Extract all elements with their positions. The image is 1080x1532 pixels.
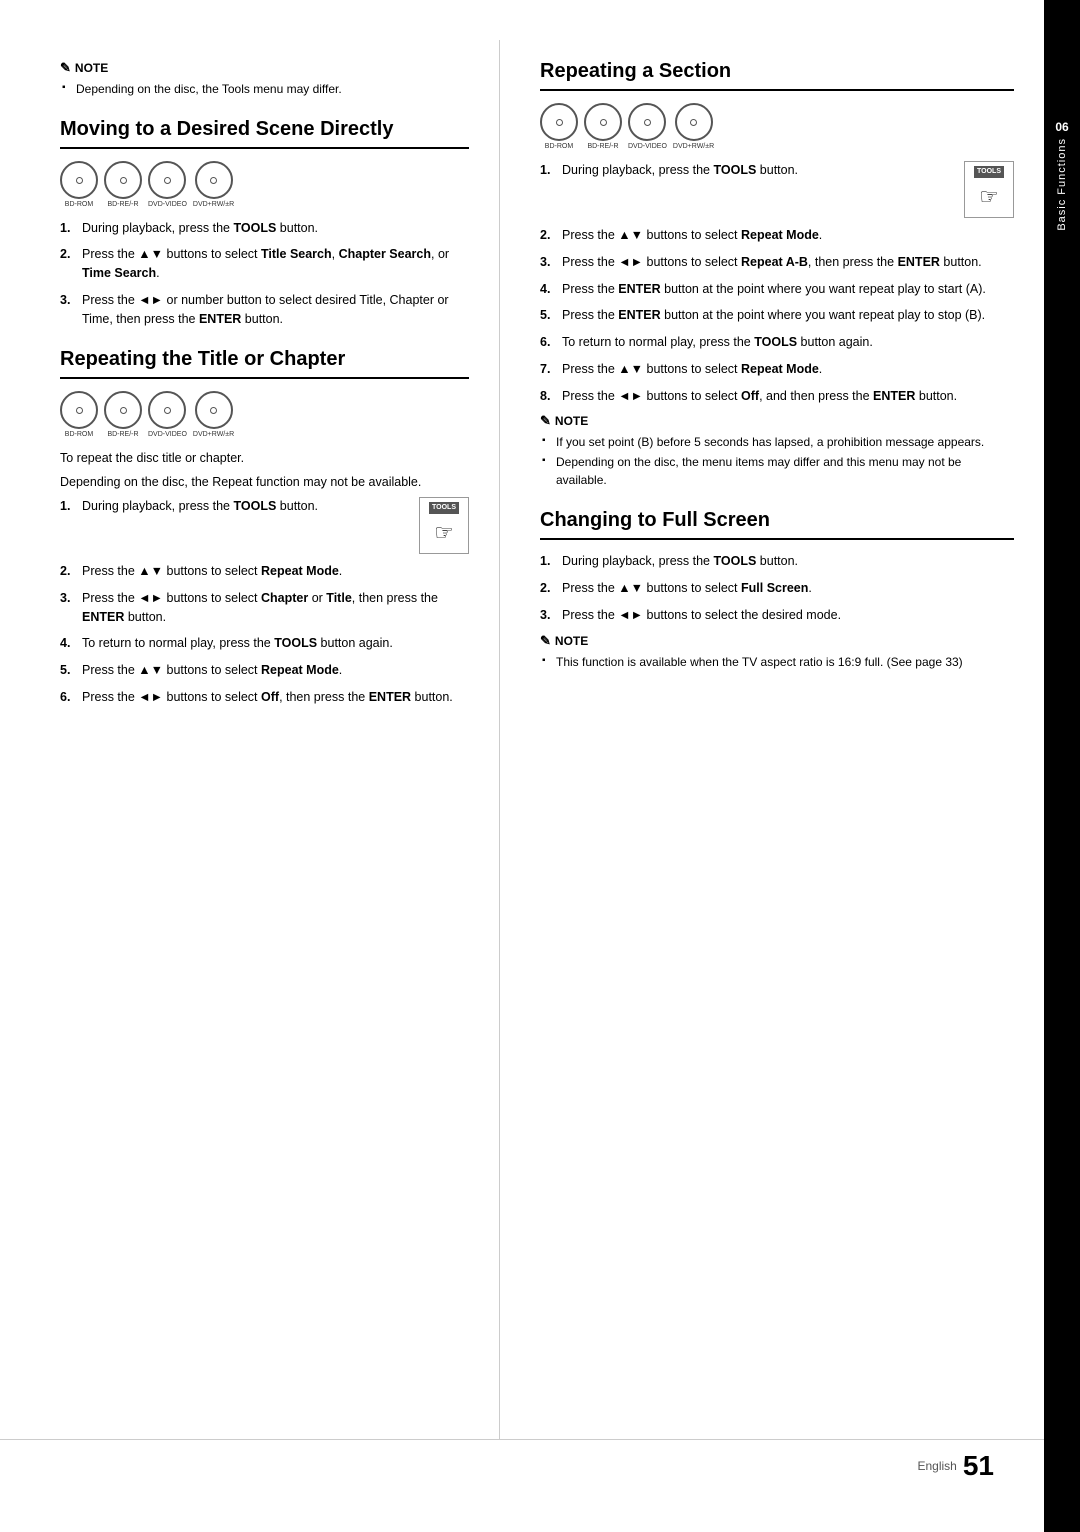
section4-note-label: ✎ NOTE — [540, 633, 1014, 649]
page-container: ✎ NOTE Depending on the disc, the Tools … — [0, 0, 1080, 1532]
disc3-bd-re-r: BD-RE/-R — [584, 103, 622, 151]
step4-1: During playback, press the TOOLS button. — [540, 552, 1014, 571]
right-column: Repeating a Section BD-ROM BD-RE/-R D — [500, 40, 1044, 1439]
disc-dvd-rw: DVD+RW/±R — [193, 161, 234, 209]
section2-steps: During playback, press the TOOLS button.… — [60, 497, 469, 707]
chapter-side-tab: 06 Basic Functions — [1044, 0, 1080, 1532]
step2-4: To return to normal play, press the TOOL… — [60, 634, 469, 653]
disc3-dvd-rw: DVD+RW/±R — [673, 103, 714, 151]
section3-disc-icons: BD-ROM BD-RE/-R DVD-VIDEO DVD+RW/±R — [540, 103, 1014, 151]
disc-dvd-video: DVD-VIDEO — [148, 161, 187, 209]
page-footer: English 51 — [0, 1439, 1044, 1492]
note-item-1: Depending on the disc, the Tools menu ma… — [60, 80, 469, 98]
step3-7: Press the ▲▼ buttons to select Repeat Mo… — [540, 360, 1014, 379]
section3-note-item-1: If you set point (B) before 5 seconds ha… — [540, 433, 1014, 451]
disc2-bd-rom: BD-ROM — [60, 391, 98, 439]
disc3-bd-rom: BD-ROM — [540, 103, 578, 151]
section3-steps: During playback, press the TOOLS button.… — [540, 161, 1014, 406]
top-note: ✎ NOTE Depending on the disc, the Tools … — [60, 60, 469, 98]
note-label: ✎ NOTE — [60, 60, 469, 76]
step2-6: Press the ◄► buttons to select Off, then… — [60, 688, 469, 707]
disc3-dvd-video: DVD-VIDEO — [628, 103, 667, 151]
section-fullscreen-title: Changing to Full Screen — [540, 509, 1014, 540]
step1-2: Press the ▲▼ buttons to select Title Sea… — [60, 245, 469, 283]
section1-steps: During playback, press the TOOLS button.… — [60, 219, 469, 329]
step3-3: Press the ◄► buttons to select Repeat A-… — [540, 253, 1014, 272]
section4-steps: During playback, press the TOOLS button.… — [540, 552, 1014, 624]
section-repeating-section: Repeating a Section BD-ROM BD-RE/-R D — [540, 60, 1014, 489]
step4-2: Press the ▲▼ buttons to select Full Scre… — [540, 579, 1014, 598]
footer-page-number: 51 — [963, 1450, 994, 1482]
step2-3: Press the ◄► buttons to select Chapter o… — [60, 589, 469, 627]
tools-icon-section3: TOOLS ☞ — [964, 161, 1014, 219]
section4-note: ✎ NOTE This function is available when t… — [540, 633, 1014, 671]
section2-intro-2: Depending on the disc, the Repeat functi… — [60, 473, 469, 492]
section4-note-item-1: This function is available when the TV a… — [540, 653, 1014, 671]
section-moving-title: Moving to a Desired Scene Directly — [60, 118, 469, 149]
section2-intro-1: To repeat the disc title or chapter. — [60, 449, 469, 468]
main-content: ✎ NOTE Depending on the disc, the Tools … — [0, 0, 1044, 1532]
footer-language: English — [917, 1459, 956, 1473]
step2-2: Press the ▲▼ buttons to select Repeat Mo… — [60, 562, 469, 581]
section-moving: Moving to a Desired Scene Directly BD-RO… — [60, 118, 469, 328]
note-icon: ✎ — [60, 60, 71, 76]
note-icon-4: ✎ — [540, 633, 551, 649]
step3-6: To return to normal play, press the TOOL… — [540, 333, 1014, 352]
step1-1: During playback, press the TOOLS button. — [60, 219, 469, 238]
disc2-dvd-video: DVD-VIDEO — [148, 391, 187, 439]
step3-8: Press the ◄► buttons to select Off, and … — [540, 387, 1014, 406]
section3-note: ✎ NOTE If you set point (B) before 5 sec… — [540, 413, 1014, 489]
step3-2: Press the ▲▼ buttons to select Repeat Mo… — [540, 226, 1014, 245]
note-icon-3: ✎ — [540, 413, 551, 429]
chapter-title: Basic Functions — [1056, 138, 1068, 231]
step2-1: During playback, press the TOOLS button.… — [60, 497, 469, 555]
disc2-bd-re-r: BD-RE/-R — [104, 391, 142, 439]
section3-note-label: ✎ NOTE — [540, 413, 1014, 429]
tools-icon-section2: TOOLS ☞ — [419, 497, 469, 555]
step3-4: Press the ENTER button at the point wher… — [540, 280, 1014, 299]
disc-bd-rom: BD-ROM — [60, 161, 98, 209]
step4-3: Press the ◄► buttons to select the desir… — [540, 606, 1014, 625]
step3-5: Press the ENTER button at the point wher… — [540, 306, 1014, 325]
section-repeating-title-heading: Repeating the Title or Chapter — [60, 348, 469, 379]
section-repeating-heading: Repeating a Section — [540, 60, 1014, 91]
step2-5: Press the ▲▼ buttons to select Repeat Mo… — [60, 661, 469, 680]
disc2-dvd-rw: DVD+RW/±R — [193, 391, 234, 439]
step1-3: Press the ◄► or number button to select … — [60, 291, 469, 329]
step3-1: During playback, press the TOOLS button.… — [540, 161, 1014, 219]
left-column: ✎ NOTE Depending on the disc, the Tools … — [0, 40, 500, 1439]
section-fullscreen: Changing to Full Screen During playback,… — [540, 509, 1014, 670]
disc-bd-re-r: BD-RE/-R — [104, 161, 142, 209]
section3-note-item-2: Depending on the disc, the menu items ma… — [540, 453, 1014, 489]
section-repeating-title: Repeating the Title or Chapter BD-ROM BD… — [60, 348, 469, 706]
chapter-number: 06 — [1055, 120, 1068, 134]
section2-disc-icons: BD-ROM BD-RE/-R DVD-VIDEO DVD+RW/±R — [60, 391, 469, 439]
two-column-layout: ✎ NOTE Depending on the disc, the Tools … — [0, 40, 1044, 1439]
section1-disc-icons: BD-ROM BD-RE/-R DVD-VIDEO DVD+RW/±R — [60, 161, 469, 209]
